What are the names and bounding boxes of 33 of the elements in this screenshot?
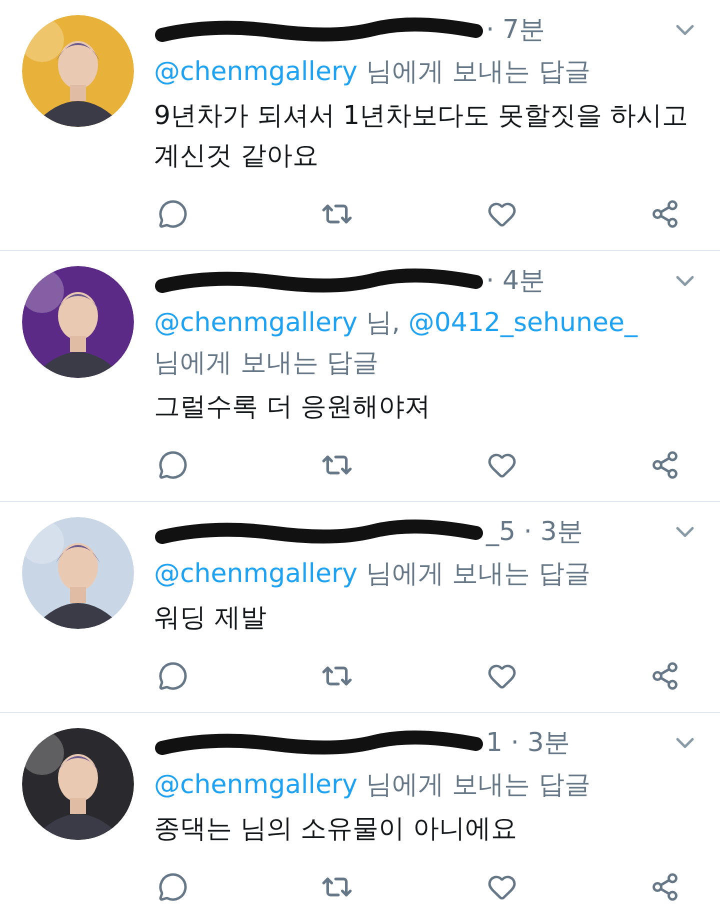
- tweet-text: 9년차가 되셔서 1년차보다도 못할짓을 하시고 계신것 같아요: [154, 100, 690, 173]
- tweet-text: 종댁는 님의 소유물이 아니에요: [154, 813, 518, 846]
- share-button[interactable]: [650, 450, 680, 480]
- reply-context: @chenmgallery 님에게 보내는 답글: [154, 769, 592, 802]
- mention-link[interactable]: @chenmgallery: [154, 559, 358, 589]
- share-button[interactable]: [650, 872, 680, 902]
- share-icon: [650, 872, 680, 902]
- reply-icon: [158, 661, 188, 691]
- reply-icon: [158, 450, 188, 480]
- mention-link[interactable]: @chenmgallery: [154, 308, 358, 338]
- mention-link[interactable]: @chenmgallery: [154, 770, 358, 800]
- tweet-meta: · 7분: [486, 14, 546, 46]
- reply-icon: [158, 872, 188, 902]
- reply-button[interactable]: [158, 450, 188, 480]
- reply-context: @chenmgallery 님에게 보내는 답글: [154, 56, 592, 89]
- tweet-meta: · 4분: [486, 264, 546, 298]
- reply-button[interactable]: [158, 199, 188, 229]
- tweet-text: 그럴수록 더 응원해야져: [154, 391, 432, 424]
- share-icon: [650, 199, 680, 229]
- reply-button[interactable]: [158, 661, 188, 691]
- mention-link[interactable]: @0412_sehunee_: [408, 308, 638, 338]
- share-button[interactable]: [650, 661, 680, 691]
- tweet-text: 워딩 제발: [154, 602, 268, 635]
- reply-context: @chenmgallery 님, @0412_sehunee_ 님에게 보내는 답글: [154, 307, 639, 380]
- share-button[interactable]: [650, 199, 680, 229]
- mention-link[interactable]: @chenmgallery: [154, 57, 358, 87]
- tweet-meta: 1 · 3분: [486, 726, 570, 760]
- reply-context: @chenmgallery 님에게 보내는 답글: [154, 558, 592, 591]
- reply-icon: [158, 199, 188, 229]
- share-icon: [650, 450, 680, 480]
- share-icon: [650, 661, 680, 691]
- reply-button[interactable]: [158, 872, 188, 902]
- tweet-meta: _5 · 3분: [486, 516, 583, 548]
